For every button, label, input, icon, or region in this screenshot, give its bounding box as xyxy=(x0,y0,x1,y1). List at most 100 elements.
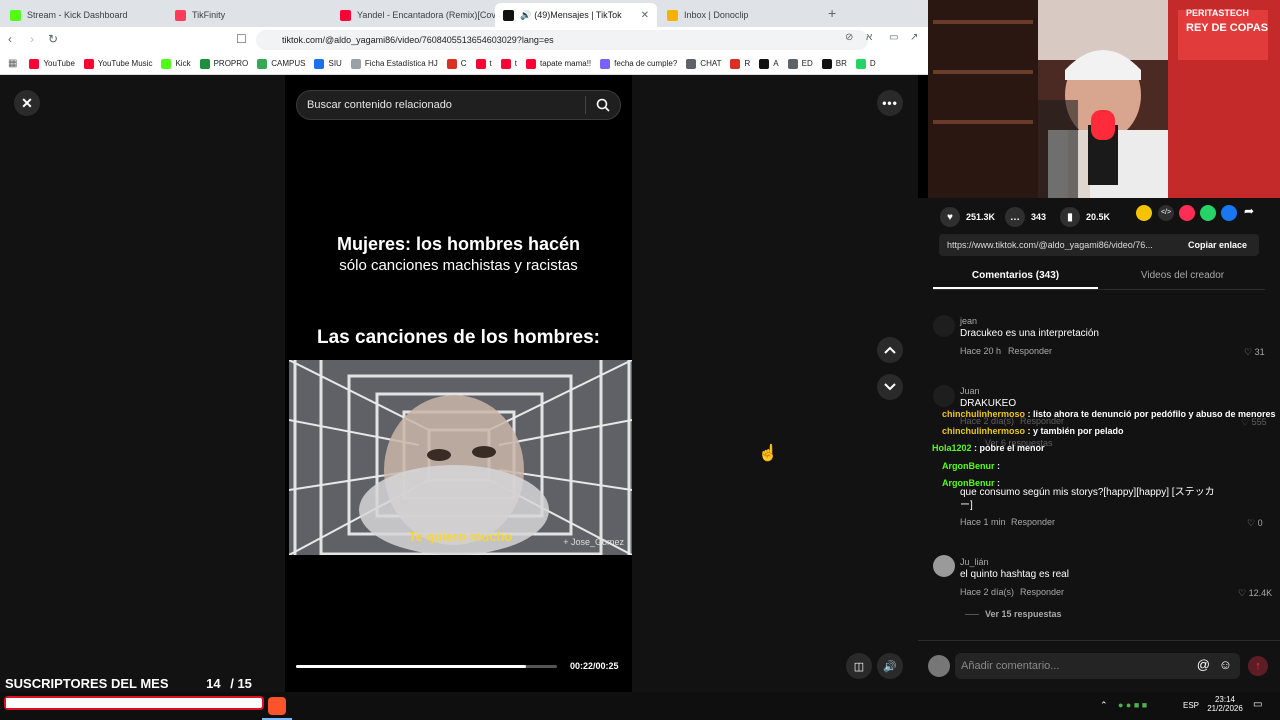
send-icon[interactable] xyxy=(1179,205,1195,221)
tab-creator-videos[interactable]: Videos del creador xyxy=(1100,270,1265,281)
bookmark-item[interactable]: A xyxy=(759,58,779,69)
comment-stat[interactable]: … 343 xyxy=(1005,207,1046,227)
like-stat[interactable]: ♥ 251.3K xyxy=(940,207,995,227)
tab-donoclip[interactable]: Inbox | Donoclip xyxy=(659,3,822,27)
new-tab-button[interactable]: + xyxy=(828,5,836,21)
poster-text-2: REY DE COPAS xyxy=(1186,22,1269,34)
bookmark-item[interactable]: tapate mama!! xyxy=(526,58,591,69)
emoji-icon[interactable]: ☺ xyxy=(1219,657,1232,672)
whatsapp-icon[interactable] xyxy=(1200,205,1216,221)
reply-button[interactable]: Responder xyxy=(1008,346,1052,356)
chat-username: Hola1202 xyxy=(932,443,972,453)
comment-text: el quinto hashtag es real xyxy=(960,569,1069,580)
tray-chevron-icon[interactable]: ⌃ xyxy=(1100,700,1108,711)
tab-tikfinity[interactable]: TikFinity xyxy=(167,3,332,27)
bookmark-item[interactable]: SIU xyxy=(314,58,342,69)
embed-icon[interactable]: </> xyxy=(1158,205,1174,221)
notifications-icon[interactable]: ▭ xyxy=(1253,699,1262,710)
chat-message: ArgonBenur : xyxy=(942,461,1000,471)
comment-user[interactable]: jean xyxy=(960,316,977,326)
add-comment-input[interactable]: Añadir comentario... @ ☺ xyxy=(955,653,1240,679)
tab-tiktok-messages[interactable]: 🔊 (49)Mensajes | TikTok ✕ xyxy=(495,3,657,27)
search-icon[interactable] xyxy=(596,98,610,112)
comment-like[interactable]: ♡ 0 xyxy=(1247,518,1263,529)
chat-username: chinchulinhermoso xyxy=(942,426,1026,436)
reply-button[interactable]: Responder xyxy=(1011,517,1055,527)
tray-app-icons[interactable]: ● ● ■ ■ xyxy=(1118,700,1147,710)
bookmark-item[interactable]: ED xyxy=(787,58,813,69)
avatar[interactable] xyxy=(933,385,955,407)
apps-grid-icon[interactable]: ▦ xyxy=(8,58,17,69)
comment-time: Hace 20 h xyxy=(960,346,1002,356)
chevron-up-icon xyxy=(884,346,896,354)
reader-icon[interactable]: ⊘ xyxy=(845,32,853,43)
comment-like[interactable]: ♡ 31 xyxy=(1244,347,1265,358)
facebook-icon[interactable] xyxy=(1221,205,1237,221)
mention-icon[interactable]: @ xyxy=(1197,657,1210,672)
bookmark-item[interactable]: CHAT xyxy=(686,58,721,69)
avatar[interactable] xyxy=(933,315,955,337)
chat-message: Hola1202 : pobre el menor xyxy=(932,443,1045,453)
bookmark-item[interactable]: fecha de cumple? xyxy=(600,58,677,69)
bookmark-item[interactable]: Kick xyxy=(161,58,191,69)
next-video-button[interactable] xyxy=(877,374,903,400)
post-comment-button[interactable]: ↑ xyxy=(1248,656,1268,676)
bookmark-item[interactable]: t xyxy=(475,58,492,69)
avatar[interactable] xyxy=(933,555,955,577)
bookmark-item[interactable]: t xyxy=(500,58,517,69)
subs-progress-fill xyxy=(6,698,245,708)
mini-player-button[interactable]: ◫ xyxy=(846,653,872,679)
close-tab-icon[interactable]: ✕ xyxy=(641,10,649,21)
bookmark-icon[interactable]: ☐ xyxy=(236,32,247,46)
bookmark-item[interactable]: D xyxy=(855,58,876,69)
reload-icon[interactable]: ↻ xyxy=(48,32,58,46)
forward-icon[interactable]: › xyxy=(30,32,34,46)
mouse-cursor-icon: ☝ xyxy=(758,445,778,462)
view-replies[interactable]: Ver 15 respuestas xyxy=(985,609,1062,619)
tab-youtube-yandel[interactable]: Yandel - Encantadora (Remix)[Cover... xyxy=(332,3,495,27)
previous-video-button[interactable] xyxy=(877,337,903,363)
bookmark-item[interactable]: R xyxy=(730,58,750,69)
share-arrow-icon[interactable]: ➦ xyxy=(1244,204,1254,218)
bookmark-item[interactable]: BR xyxy=(821,58,847,69)
comment-user[interactable]: Ju_lián xyxy=(960,557,989,567)
coin-icon[interactable] xyxy=(1136,205,1152,221)
comment-like[interactable]: ♡ 12.4K xyxy=(1238,588,1272,599)
bookmark-item[interactable]: C xyxy=(446,58,467,69)
brave-browser-icon[interactable] xyxy=(268,697,286,715)
save-stat[interactable]: ▮ 20.5K xyxy=(1060,207,1110,227)
translate-icon[interactable]: א xyxy=(866,32,872,43)
close-video-button[interactable]: ✕ xyxy=(14,90,40,116)
related-search-input[interactable]: Buscar contenido relacionado xyxy=(296,90,621,120)
bookmark-item[interactable]: Ficha Estadística HJ xyxy=(350,58,438,69)
replies-line xyxy=(965,614,979,615)
language-indicator[interactable]: ESP xyxy=(1183,701,1199,710)
tab-comments[interactable]: Comentarios (343) xyxy=(933,270,1098,281)
tab-kick-dashboard[interactable]: Stream - Kick Dashboard xyxy=(2,3,167,27)
share-icon[interactable]: ↗ xyxy=(910,32,918,43)
copy-link-button[interactable]: Copiar enlace xyxy=(1188,240,1247,250)
bookmark-favicon-icon xyxy=(446,58,457,69)
more-options-button[interactable]: ••• xyxy=(877,90,903,116)
bookmark-favicon-icon xyxy=(29,58,40,69)
volume-button[interactable]: 🔊 xyxy=(877,653,903,679)
bookmark-item[interactable]: CAMPUS xyxy=(257,58,305,69)
back-icon[interactable]: ‹ xyxy=(8,32,12,46)
video-progress-bar[interactable] xyxy=(296,665,557,668)
chevron-down-icon xyxy=(884,383,896,391)
url-input[interactable]: tiktok.com/@aldo_yagami86/video/76084055… xyxy=(256,30,868,50)
cast-icon[interactable]: ▭ xyxy=(889,32,898,43)
comment-user[interactable]: Juan xyxy=(960,386,980,396)
bookmark-list: YouTube YouTube Music Kick PROPRO CAMPUS SIU F… xyxy=(29,58,884,69)
comment-text: DRAKUKEO xyxy=(960,398,1017,409)
bookmark-item[interactable]: YouTube Music xyxy=(83,58,152,69)
bookmark-item[interactable]: PROPRO xyxy=(199,58,248,69)
reply-button[interactable]: Responder xyxy=(1020,587,1064,597)
clock[interactable]: 23:14 21/2/2026 xyxy=(1205,695,1245,713)
chat-text: : pobre el menor xyxy=(974,443,1045,453)
youtube-icon xyxy=(340,9,351,21)
chat-text: : listo ahora te denunció por pedófilo y… xyxy=(1027,409,1276,419)
bookmark-item[interactable]: YouTube xyxy=(29,58,75,69)
chat-message: chinchulinhermoso : y también por pelado xyxy=(942,426,1124,436)
tab-divider xyxy=(933,289,1265,290)
